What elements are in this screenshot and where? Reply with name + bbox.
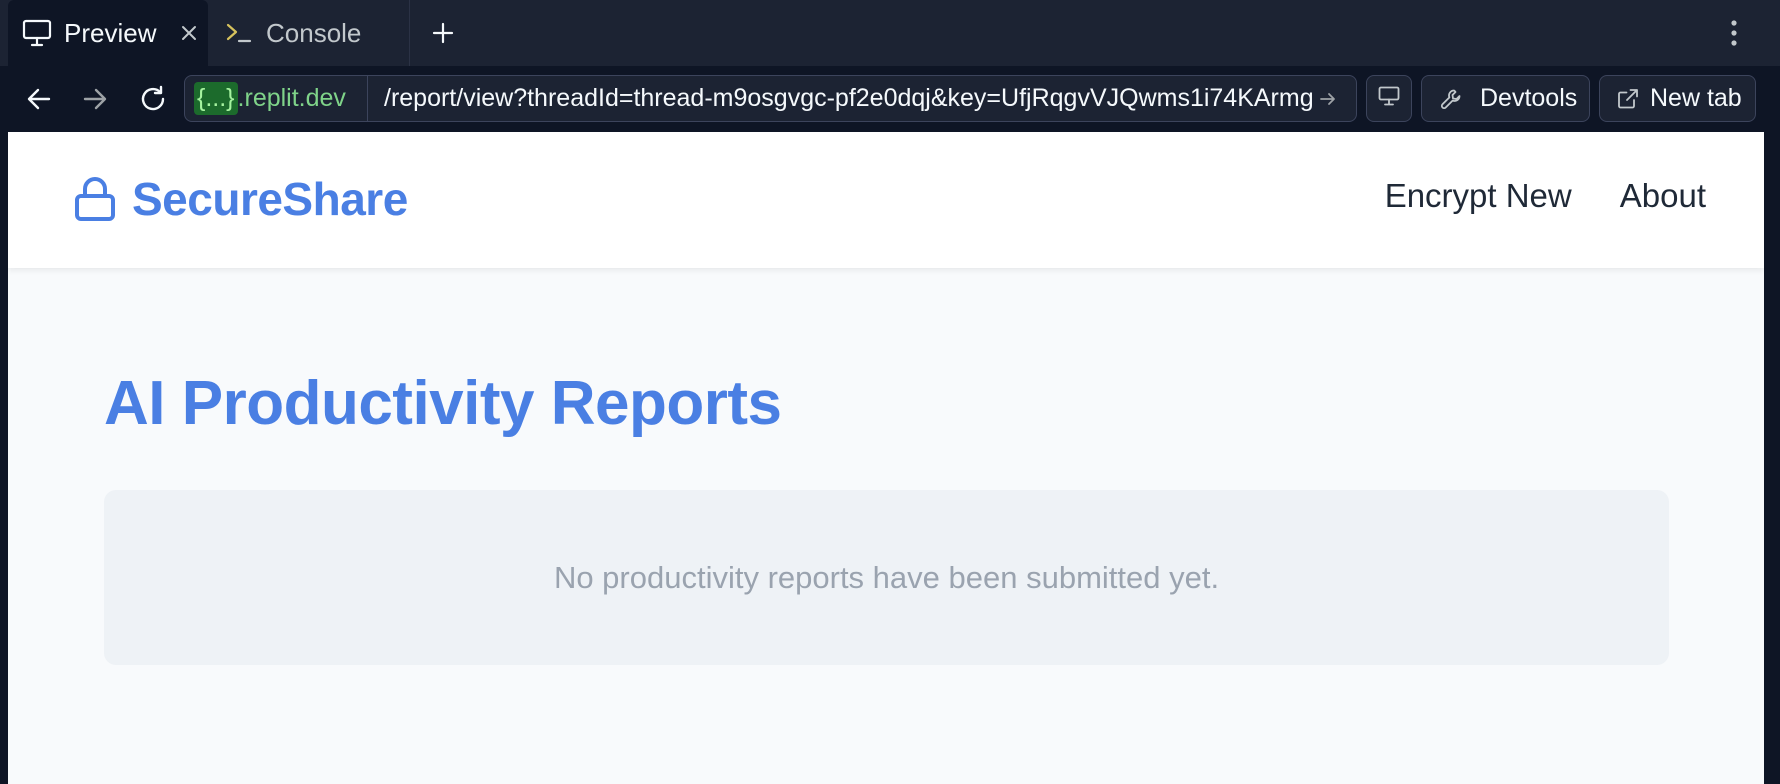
plus-icon[interactable] (428, 18, 458, 48)
devtools-button[interactable]: Devtools (1421, 75, 1590, 122)
lock-icon (74, 176, 116, 222)
browser-toolbar: {...} .replit.dev /report/view?threadId=t… (0, 66, 1780, 132)
devtools-label: Devtools (1480, 84, 1578, 112)
back-arrow-icon[interactable] (20, 80, 58, 118)
tab-preview-label: Preview (64, 18, 157, 48)
monitor-icon (22, 19, 52, 47)
page-title: AI Productivity Reports (104, 369, 782, 438)
more-options-icon[interactable] (1722, 18, 1746, 48)
brand-link[interactable]: SecureShare (74, 172, 408, 226)
wrench-icon (1440, 88, 1462, 110)
go-arrow-icon[interactable] (1315, 86, 1341, 112)
tab-console[interactable]: Console (210, 0, 410, 66)
reload-icon[interactable] (134, 80, 172, 118)
close-icon[interactable] (176, 20, 202, 46)
forward-arrow-icon[interactable] (76, 80, 114, 118)
new-tab-label: New tab (1650, 84, 1742, 112)
brand-name: SecureShare (132, 173, 408, 225)
tab-bar: Preview Console (0, 0, 1780, 66)
device-preview-button[interactable] (1366, 75, 1412, 122)
tab-preview[interactable]: Preview (8, 0, 208, 66)
url-path[interactable]: /report/view?threadId=thread-m9osgvgc-pf… (384, 76, 1314, 121)
url-host: {...} .replit.dev (185, 76, 368, 121)
external-link-icon (1617, 88, 1639, 110)
address-bar[interactable]: {...} .replit.dev /report/view?threadId=t… (184, 75, 1357, 122)
nav-about[interactable]: About (1620, 177, 1706, 215)
site-nav: Encrypt New About (1385, 177, 1706, 215)
site-header: SecureShare Encrypt New About (8, 132, 1764, 268)
url-host-placeholder: {...} (194, 82, 238, 115)
url-domain: .replit.dev (237, 84, 346, 112)
tab-console-label: Console (266, 18, 362, 48)
desktop-icon (1378, 86, 1400, 111)
empty-state-message: No productivity reports have been submit… (553, 559, 1220, 595)
new-tab-button[interactable]: New tab (1599, 75, 1756, 122)
preview-pane: SecureShare Encrypt New About AI Product… (8, 132, 1764, 784)
terminal-icon (224, 19, 254, 47)
empty-state-panel: No productivity reports have been submit… (104, 490, 1669, 665)
nav-encrypt-new[interactable]: Encrypt New (1385, 177, 1572, 215)
